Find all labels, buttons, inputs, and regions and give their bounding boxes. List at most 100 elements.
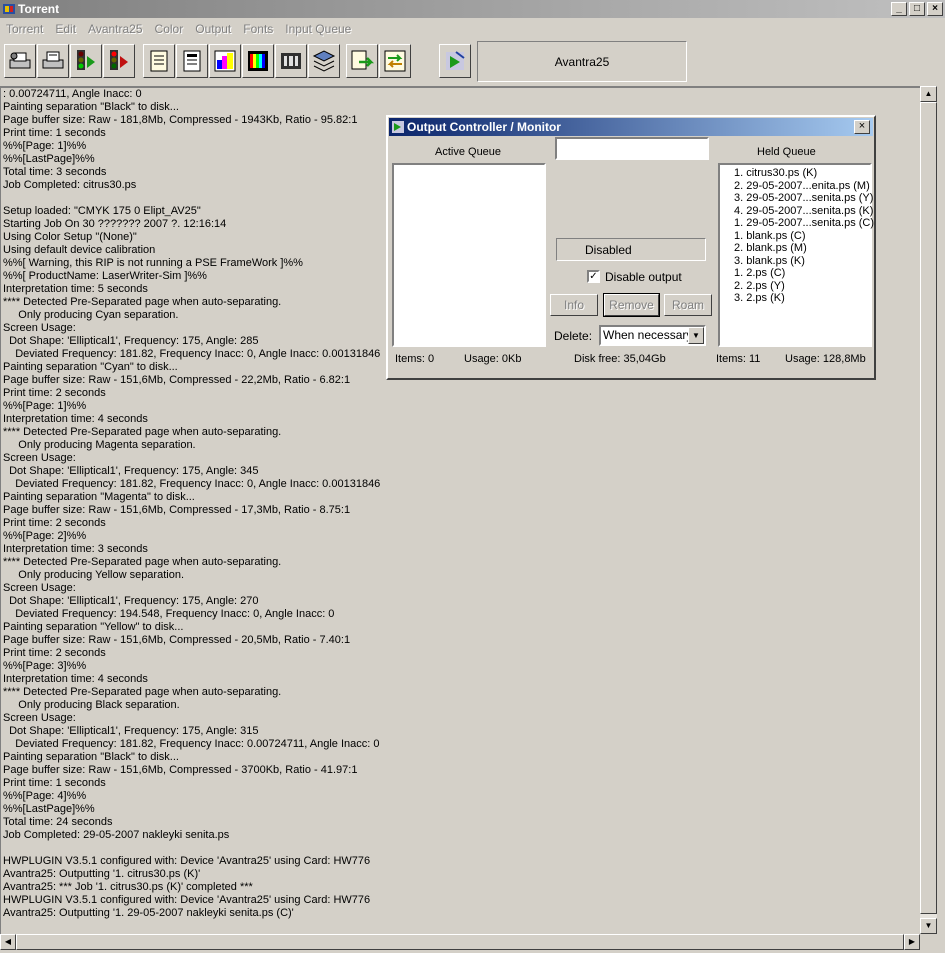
log-line: Painting separation "Black" to disk... xyxy=(3,751,179,763)
scroll-down-arrow-icon[interactable]: ▼ xyxy=(920,918,937,934)
disable-output-label: Disable output xyxy=(605,270,682,284)
horizontal-scroll-thumb[interactable] xyxy=(16,934,904,950)
minimize-button[interactable]: _ xyxy=(891,2,907,16)
printer-setup-button[interactable] xyxy=(4,44,36,78)
remove-button[interactable]: Remove xyxy=(603,293,660,317)
held-queue-item[interactable]: 1. blank.ps (C) xyxy=(720,230,870,243)
dialog-title: Output Controller / Monitor xyxy=(407,120,561,134)
info-button[interactable]: Info xyxy=(550,294,598,316)
window-title: Torrent xyxy=(18,2,60,16)
log-line: Dot Shape: 'Elliptical1', Frequency: 175… xyxy=(3,725,259,737)
queue-forward-button[interactable] xyxy=(346,44,378,78)
color-bars-icon xyxy=(248,51,268,71)
log-line: Avantra25: *** Job '1. citrus30.ps (K)' … xyxy=(3,881,253,893)
held-queue-item[interactable]: 2. blank.ps (M) xyxy=(720,242,870,255)
log-line: Only producing Yellow separation. xyxy=(3,569,185,581)
held-queue-item[interactable]: 1. 29-05-2007...senita.ps (C) xyxy=(720,217,874,230)
log-line: Avantra25: Outputting '1. citrus30.ps (K… xyxy=(3,868,201,880)
disable-output-checkbox[interactable]: ✓ xyxy=(587,270,600,283)
stack-button[interactable] xyxy=(308,44,340,78)
traffic-light-stop-icon xyxy=(110,50,128,70)
title-bar: Torrent _ □ × xyxy=(0,0,945,18)
queue-arrow-button[interactable] xyxy=(379,44,411,78)
log-line: %%[LastPage]%% xyxy=(3,803,95,815)
held-queue-label: Held Queue xyxy=(757,146,816,158)
menu-torrent[interactable]: Torrent xyxy=(0,22,49,36)
log-line: **** Detected Pre-Separated page when au… xyxy=(3,556,282,568)
held-queue-list[interactable]: 1. citrus30.ps (K) 2. 29-05-2007...enita.… xyxy=(718,163,874,347)
menu-fonts[interactable]: Fonts xyxy=(237,22,279,36)
log-line: **** Detected Pre-Separated page when au… xyxy=(3,686,282,698)
held-queue-item[interactable]: 3. 2.ps (K) xyxy=(720,292,870,305)
menu-avantra25[interactable]: Avantra25 xyxy=(82,22,149,36)
delete-label: Delete: xyxy=(554,329,593,343)
printer-open-icon xyxy=(42,51,64,69)
roam-button[interactable]: Roam xyxy=(664,294,712,316)
vertical-scrollbar[interactable]: ▲ ▼ xyxy=(920,86,937,934)
log-line: Print time: 2 seconds xyxy=(3,387,106,399)
held-queue-item[interactable]: 2. 2.ps (Y) xyxy=(720,280,870,293)
log-line: : 0.00724711, Angle Inacc: 0 xyxy=(3,88,142,100)
held-queue-item[interactable]: 1. 2.ps (C) xyxy=(720,267,870,280)
chevron-down-icon[interactable]: ▼ xyxy=(688,327,704,344)
menu-output[interactable]: Output xyxy=(189,22,237,36)
film-button[interactable] xyxy=(275,44,307,78)
menu-bar: Torrent Edit Avantra25 Color Output Font… xyxy=(0,19,945,38)
log-line: Print time: 2 seconds xyxy=(3,517,106,529)
traffic-light-go-icon xyxy=(77,50,95,70)
log-line: Job Completed: 29-05-2007 nakleyki senit… xyxy=(3,829,230,841)
delete-mode-value: When necessary xyxy=(603,328,693,342)
active-items-count: Items: 0 xyxy=(395,353,435,365)
log-line: Painting separation "Magenta" to disk... xyxy=(3,491,195,503)
menu-color[interactable]: Color xyxy=(149,22,190,36)
menu-input-queue[interactable]: Input Queue xyxy=(279,22,357,36)
log-line: Screen Usage: xyxy=(3,712,76,724)
start-button[interactable] xyxy=(70,44,102,78)
printer-setup-icon xyxy=(9,52,31,69)
scroll-left-arrow-icon[interactable]: ◀ xyxy=(0,934,16,950)
output-status-box: Disabled xyxy=(556,238,706,261)
output-controller-button[interactable] xyxy=(439,44,471,78)
log-line: HWPLUGIN V3.5.1 configured with: Device … xyxy=(3,855,371,867)
log-line: %%[Page: 4]%% xyxy=(3,790,87,802)
output-controller-icon xyxy=(392,121,404,133)
log-line: Interpretation time: 3 seconds xyxy=(3,543,148,555)
menu-edit[interactable]: Edit xyxy=(49,22,82,36)
job-name-field[interactable] xyxy=(555,137,709,160)
horizontal-scrollbar[interactable]: ◀ ▶ xyxy=(0,934,920,950)
queue-forward-icon xyxy=(351,50,375,70)
scroll-right-arrow-icon[interactable]: ▶ xyxy=(904,934,920,950)
toolbar: Avantra25 xyxy=(0,40,945,84)
held-queue-item[interactable]: 3. blank.ps (K) xyxy=(720,255,870,268)
held-queue-item[interactable]: 3. 29-05-2007...senita.ps (Y) xyxy=(720,192,873,205)
delete-mode-select[interactable]: When necessary ▼ xyxy=(599,325,706,346)
output-controller-dialog: Output Controller / Monitor × Active Que… xyxy=(386,115,876,380)
held-queue-item[interactable]: 1. citrus30.ps (K) xyxy=(720,167,870,180)
held-queue-item[interactable]: 2. 29-05-2007...enita.ps (M) xyxy=(720,180,870,193)
held-items-count: Items: 11 xyxy=(716,353,761,365)
torrent-app-icon xyxy=(3,4,15,14)
close-button[interactable]: × xyxy=(927,2,943,16)
held-usage: Usage: 128,8Mb xyxy=(785,353,866,365)
log-line: Painting separation "Black" to disk... xyxy=(3,101,179,113)
printer-open-button[interactable] xyxy=(37,44,69,78)
device-name-panel: Avantra25 xyxy=(477,41,687,82)
active-queue-label: Active Queue xyxy=(435,146,502,158)
log-line: Deviated Frequency: 181.82, Frequency In… xyxy=(3,738,380,750)
scroll-up-arrow-icon[interactable]: ▲ xyxy=(920,86,937,102)
dialog-close-button[interactable]: × xyxy=(854,120,870,134)
color-bars-button[interactable] xyxy=(242,44,274,78)
document-button[interactable] xyxy=(143,44,175,78)
log-line: Print time: 2 seconds xyxy=(3,647,106,659)
active-queue-list[interactable] xyxy=(392,163,546,347)
log-line: Only producing Black separation. xyxy=(3,699,180,711)
maximize-button[interactable]: □ xyxy=(909,2,925,16)
log-line: Dot Shape: 'Elliptical1', Frequency: 175… xyxy=(3,465,259,477)
color-palette-button[interactable] xyxy=(209,44,241,78)
held-queue-item[interactable]: 4. 29-05-2007...senita.ps (K) xyxy=(720,205,873,218)
document-list-button[interactable] xyxy=(176,44,208,78)
vertical-scroll-thumb[interactable] xyxy=(920,102,937,914)
dialog-title-bar[interactable]: Output Controller / Monitor xyxy=(389,118,873,136)
stop-button[interactable] xyxy=(103,44,135,78)
size-grip[interactable] xyxy=(920,934,937,950)
